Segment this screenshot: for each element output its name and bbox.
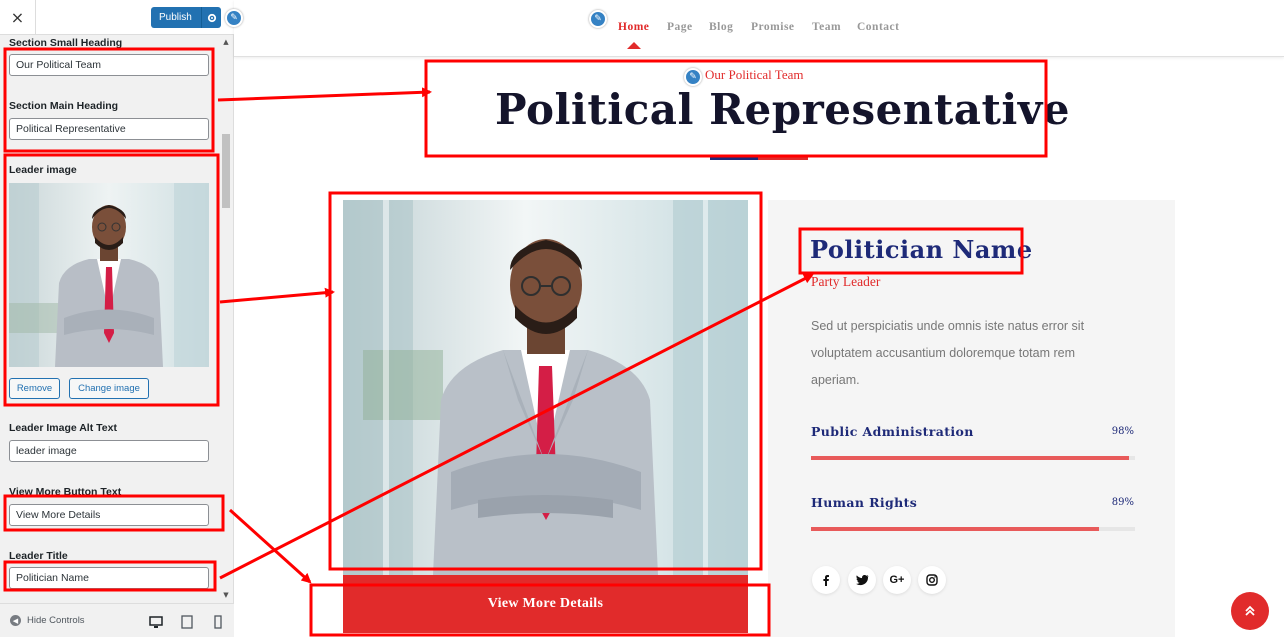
leader-title-input[interactable]: Politician Name xyxy=(9,567,209,589)
skill-percent-public-administration: 98% xyxy=(1111,426,1134,437)
arrow-photo xyxy=(219,287,335,304)
close-customizer-button[interactable]: × xyxy=(0,0,36,35)
double-chevron-up-icon xyxy=(1245,605,1255,616)
edit-menu-pencil-icon[interactable]: ✎ xyxy=(589,10,607,28)
scroll-down-arrow-icon[interactable]: ▼ xyxy=(222,591,230,599)
skill-fill-public-administration xyxy=(811,456,1129,460)
leader-image-label: Leader image xyxy=(9,164,77,176)
gear-icon[interactable] xyxy=(201,7,221,28)
small-heading-input[interactable]: Our Political Team xyxy=(9,54,209,76)
instagram-icon[interactable] xyxy=(918,566,946,594)
heading-divider xyxy=(710,155,808,160)
active-nav-indicator xyxy=(627,42,641,49)
change-image-button[interactable]: Change image xyxy=(69,378,149,399)
view-more-label: View More Button Text xyxy=(9,486,122,498)
section-main-heading: Political Representative xyxy=(495,85,1070,134)
edit-heading-pencil-icon[interactable]: ✎ xyxy=(684,68,702,86)
twitter-icon[interactable] xyxy=(848,566,876,594)
arrow-heading xyxy=(217,87,432,102)
close-icon: × xyxy=(10,8,25,27)
alt-text-label: Leader Image Alt Text xyxy=(9,422,117,434)
remove-image-button[interactable]: Remove xyxy=(9,378,60,399)
leader-image-thumbnail[interactable] xyxy=(9,183,209,367)
scrollbar-thumb[interactable] xyxy=(222,134,230,208)
nav-item-home[interactable]: Home xyxy=(618,21,649,33)
facebook-icon[interactable] xyxy=(812,566,840,594)
google-plus-icon[interactable]: G+ xyxy=(883,566,911,594)
skill-bar-public-administration xyxy=(811,456,1135,460)
view-more-input[interactable]: View More Details xyxy=(9,504,209,526)
section-small-heading: Our Political Team xyxy=(705,67,804,82)
politician-title: Party Leader xyxy=(811,274,881,289)
arrow-view-more xyxy=(228,508,312,584)
customizer-footer: ◀ Hide Controls xyxy=(0,603,234,637)
publish-button[interactable]: Publish xyxy=(151,7,221,28)
publish-label: Publish xyxy=(159,12,192,23)
customizer-sidebar: × Publish Section Small Heading Our Poli… xyxy=(0,0,234,637)
skill-label-public-administration: Public Administration xyxy=(811,424,974,439)
small-heading-label: Section Small Heading xyxy=(9,37,123,49)
nav-item-team[interactable]: Team xyxy=(812,21,841,33)
view-more-button[interactable]: View More Details xyxy=(343,575,748,633)
nav-item-page[interactable]: Page xyxy=(667,21,693,33)
mobile-preview-icon[interactable] xyxy=(211,614,225,629)
politician-description: Sed ut perspiciatis unde omnis iste natu… xyxy=(811,319,1085,387)
scroll-to-top-button[interactable] xyxy=(1231,592,1269,630)
skill-bar-human-rights xyxy=(811,527,1135,531)
alt-text-input[interactable]: leader image xyxy=(9,440,209,462)
nav-item-blog[interactable]: Blog xyxy=(709,21,733,33)
main-heading-input[interactable]: Political Representative xyxy=(9,118,209,140)
leader-photo xyxy=(343,200,748,575)
skill-percent-human-rights: 89% xyxy=(1111,497,1134,508)
leader-title-label: Leader Title xyxy=(9,550,68,562)
main-heading-label: Section Main Heading xyxy=(9,100,119,112)
skill-label-human-rights: Human Rights xyxy=(811,495,918,510)
hide-controls-button[interactable]: ◀ Hide Controls xyxy=(10,615,85,626)
politician-name: Politician Name xyxy=(810,235,1033,264)
nav-item-contact[interactable]: Contact xyxy=(857,21,899,33)
customizer-scrollbar[interactable]: ▲ ▼ xyxy=(220,36,232,603)
scroll-up-arrow-icon[interactable]: ▲ xyxy=(222,38,230,46)
skill-fill-human-rights xyxy=(811,527,1100,531)
nav-item-promise[interactable]: Promise xyxy=(751,21,795,33)
desktop-preview-icon[interactable] xyxy=(149,614,163,628)
customizer-header: × Publish xyxy=(0,0,234,35)
collapse-icon: ◀ xyxy=(10,615,21,626)
edit-shortcut-pencil-icon[interactable]: ✎ xyxy=(225,9,243,27)
tablet-preview-icon[interactable] xyxy=(180,614,194,629)
hide-controls-label: Hide Controls xyxy=(27,615,85,626)
